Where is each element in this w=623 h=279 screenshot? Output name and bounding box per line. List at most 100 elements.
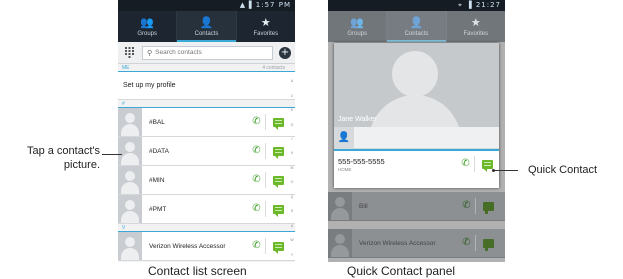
call-button[interactable]: ✆ xyxy=(457,156,475,172)
contact-row[interactable]: #BAL ✆ xyxy=(118,108,295,137)
tab-contacts-label: Contacts xyxy=(404,30,429,37)
contact-name: #BAL xyxy=(149,118,165,126)
setup-profile-label: Set up my profile xyxy=(123,82,176,89)
contact-name: #PMT xyxy=(149,205,167,213)
status-icons: ▲▐ 1:57 PM xyxy=(239,1,291,9)
message-icon xyxy=(272,204,284,217)
groups-icon: 👥 xyxy=(140,15,155,29)
quick-contact-actions: 👤 xyxy=(334,126,499,149)
setup-profile-row[interactable]: Set up my profile xyxy=(118,72,295,100)
message-button[interactable] xyxy=(270,201,286,217)
star-icon: ★ xyxy=(470,15,481,29)
contact-picture[interactable] xyxy=(118,232,142,260)
status-time: 1:57 PM xyxy=(255,1,291,9)
contact-picture[interactable] xyxy=(118,108,142,136)
contact-picture[interactable] xyxy=(118,137,142,165)
contact-row[interactable]: #DATA ✆ xyxy=(118,137,295,166)
quick-contact-screen: ⌖ ▐ 21:27 👥 Groups 👤 Contacts ★ Favorite… xyxy=(328,0,505,262)
contact-name: #MIN xyxy=(149,176,165,184)
tab-groups-label: Groups xyxy=(347,30,367,37)
phone-icon: ✆ xyxy=(461,158,470,169)
phone-icon: ✆ xyxy=(252,174,261,185)
groups-icon: 👥 xyxy=(350,15,365,29)
status-bar: ⌖ ▐ 21:27 xyxy=(328,0,505,11)
dialpad-icon xyxy=(124,47,134,58)
dialpad-button[interactable] xyxy=(122,46,136,60)
search-icon: ⚲ xyxy=(147,48,153,57)
quick-contact-phone-row[interactable]: 555-555-5555 HOME ✆ xyxy=(334,149,499,177)
contact-card-icon[interactable]: 👤 xyxy=(334,126,354,149)
caption-contact-list: Contact list screen xyxy=(148,264,247,278)
tab-favorites[interactable]: ★ Favorites xyxy=(447,11,505,42)
contact-count: 4 contacts xyxy=(262,65,285,71)
call-button[interactable]: ✆ xyxy=(248,201,266,217)
plus-icon: + xyxy=(280,46,290,58)
contact-row[interactable]: #MIN ✆ xyxy=(118,166,295,195)
tab-favorites[interactable]: ★ Favorites xyxy=(237,11,295,42)
tab-groups[interactable]: 👥 Groups xyxy=(118,11,178,42)
contact-name: #DATA xyxy=(149,147,169,155)
tab-favorites-label: Favorites xyxy=(253,30,279,37)
contact-row[interactable]: Verizon Wireless Accessor ✆ xyxy=(118,232,295,261)
section-header-hash: # xyxy=(118,100,295,108)
phone-icon: ✆ xyxy=(252,116,261,127)
phone-number: 555-555-5555 xyxy=(338,156,385,166)
section-label: V xyxy=(122,225,126,231)
tab-groups-label: Groups xyxy=(137,30,157,37)
section-label: ME xyxy=(122,65,130,71)
section-header-v: V xyxy=(118,224,295,232)
section-header-me: ME 4 contacts xyxy=(118,64,295,72)
tab-favorites-label: Favorites xyxy=(463,30,489,37)
tab-groups[interactable]: 👥 Groups xyxy=(328,11,388,42)
call-button[interactable]: ✆ xyxy=(248,114,266,130)
message-icon xyxy=(481,159,493,172)
contact-photo: Jane Walker xyxy=(334,43,499,127)
contact-list-screen: ▲▐ 1:57 PM 👥 Groups 👤 Contacts ★ Favorit… xyxy=(118,0,295,262)
tab-contacts[interactable]: 👤 Contacts xyxy=(387,11,447,42)
message-icon xyxy=(272,175,284,188)
callout-dot xyxy=(492,169,495,172)
phone-number-type: HOME xyxy=(338,166,352,172)
quick-contact-panel: Jane Walker 👤 555-555-5555 HOME ✆ xyxy=(334,43,499,188)
section-label: # xyxy=(122,101,125,107)
callout-tap-picture: Tap a contact's picture. xyxy=(26,145,100,171)
quick-contact-name: Jane Walker xyxy=(338,116,377,123)
contact-row[interactable]: #PMT ✆ xyxy=(118,195,295,224)
contact-picture[interactable] xyxy=(118,166,142,194)
call-button[interactable]: ✆ xyxy=(248,143,266,159)
contact-name: Verizon Wireless Accessor xyxy=(149,242,226,250)
figure-root: ▲▐ 1:57 PM 👥 Groups 👤 Contacts ★ Favorit… xyxy=(0,0,623,279)
tab-bar: 👥 Groups 👤 Contacts ★ Favorites xyxy=(328,11,505,42)
phone-icon: ✆ xyxy=(252,145,261,156)
tab-contacts-label: Contacts xyxy=(194,30,219,37)
message-icon xyxy=(272,117,284,130)
callout-quick-contact: Quick Contact xyxy=(528,164,598,176)
phone-icon: ✆ xyxy=(252,240,261,251)
message-button[interactable] xyxy=(270,143,286,159)
add-contact-button[interactable]: + xyxy=(279,46,291,59)
callout-line-left xyxy=(102,154,122,155)
search-row: ⚲ Search contacts + xyxy=(118,42,295,64)
star-icon: ★ xyxy=(260,15,271,29)
callout-line-right xyxy=(494,170,518,171)
search-placeholder: Search contacts xyxy=(155,49,202,56)
phone-icon: ✆ xyxy=(252,203,261,214)
status-icons: ⌖ ▐ 21:27 xyxy=(458,1,501,9)
search-input[interactable]: ⚲ Search contacts xyxy=(142,45,273,60)
message-button[interactable] xyxy=(270,114,286,130)
contact-picture[interactable] xyxy=(118,195,142,223)
message-icon xyxy=(272,241,284,254)
contacts-icon: 👤 xyxy=(199,15,214,29)
message-button[interactable] xyxy=(270,238,286,254)
status-time: 21:27 xyxy=(475,1,501,9)
call-button[interactable]: ✆ xyxy=(248,238,266,254)
alphabet-index-scrollbar[interactable]: ACEGIKMOQSUWY xyxy=(290,74,294,262)
message-button[interactable] xyxy=(270,172,286,188)
tab-bar: 👥 Groups 👤 Contacts ★ Favorites xyxy=(118,11,295,42)
tab-contacts[interactable]: 👤 Contacts xyxy=(177,11,237,42)
contacts-icon: 👤 xyxy=(409,15,424,29)
call-button[interactable]: ✆ xyxy=(248,172,266,188)
caption-quick-contact: Quick Contact panel xyxy=(347,264,456,278)
status-bar: ▲▐ 1:57 PM xyxy=(118,0,295,11)
message-icon xyxy=(272,146,284,159)
